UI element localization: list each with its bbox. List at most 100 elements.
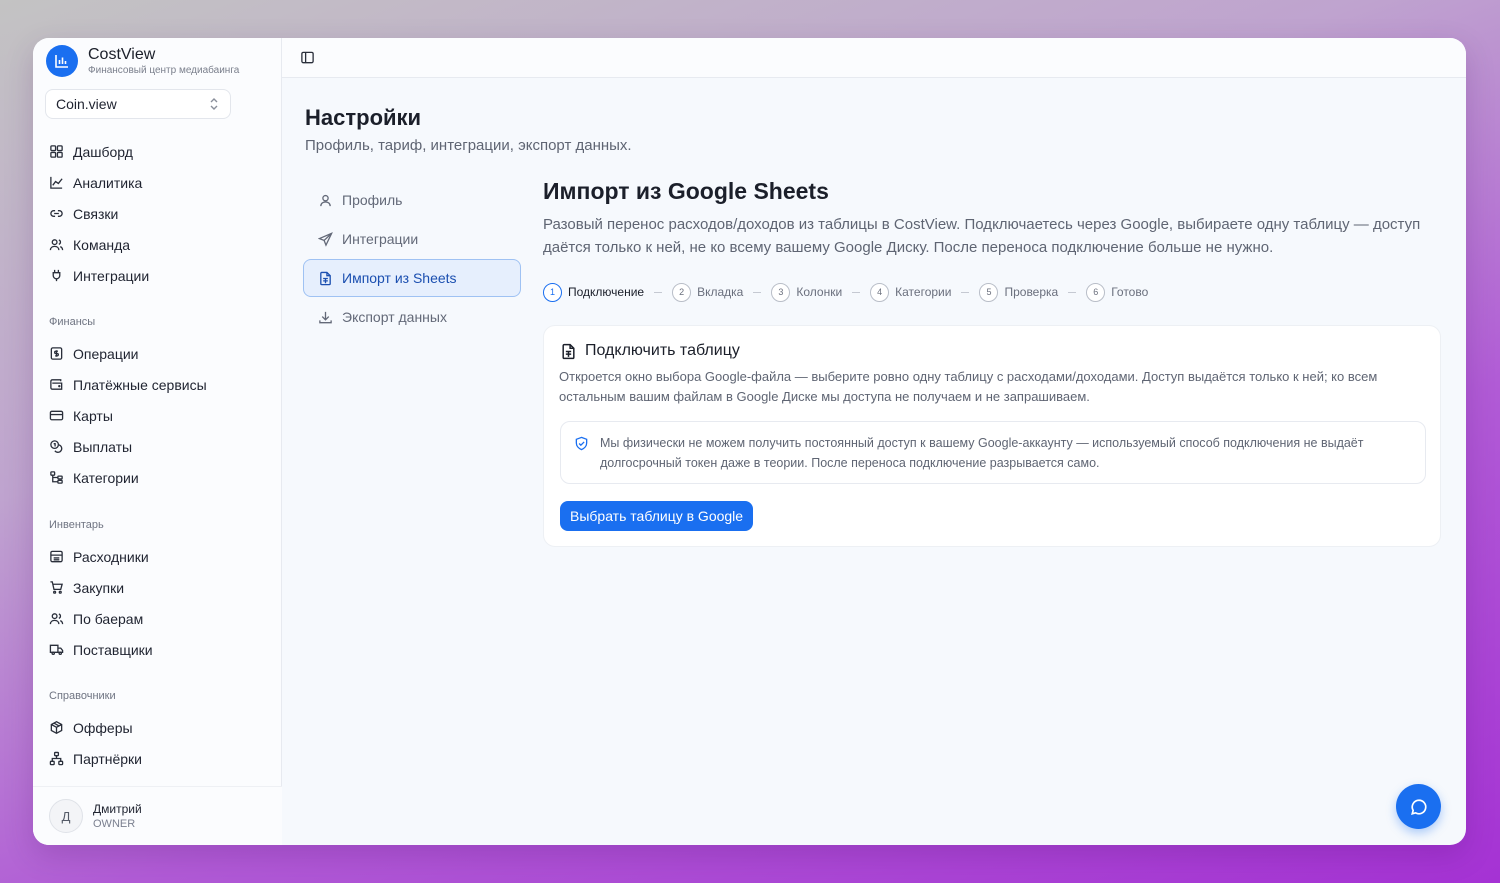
nav-item-partners[interactable]: Партнёрки: [33, 743, 282, 774]
card-title: Подключить таблицу: [560, 342, 740, 360]
user-profile[interactable]: Д Дмитрий OWNER: [33, 786, 282, 845]
coins-icon: [50, 440, 63, 453]
truck-icon: [49, 644, 64, 656]
nav-item-payouts[interactable]: Выплаты: [33, 431, 282, 462]
page-subtitle: Профиль, тариф, интеграции, экспорт данн…: [305, 137, 632, 154]
nav-section-refs: Справочники: [49, 690, 116, 702]
nav-item-categories[interactable]: Категории: [33, 462, 282, 493]
nav-item-cards[interactable]: Карты: [33, 400, 282, 431]
step-label: Подключение: [568, 285, 645, 299]
users-icon: [49, 613, 64, 625]
dollar-doc-icon: [50, 347, 63, 360]
nav-section-finance: Финансы: [49, 316, 96, 328]
subnav-label: Профиль: [342, 192, 403, 208]
app-window: CostView Финансовый центр медиабаинга Co…: [33, 38, 1466, 845]
nav-finance: Финансы Операции Платёжные сервисы Карты…: [33, 312, 282, 493]
subnav-item-integrations[interactable]: Интеграции: [303, 220, 521, 258]
nav-refs: Справочники Офферы Партнёрки: [33, 686, 282, 774]
nav-label: Закупки: [73, 579, 125, 596]
stepper: 1 Подключение 2 Вкладка 3 Колонки 4 Кате…: [543, 281, 1443, 303]
choose-google-sheet-button[interactable]: Выбрать таблицу в Google: [560, 501, 754, 531]
step-review: 5 Проверка: [979, 282, 1058, 302]
plug-icon: [52, 269, 61, 282]
page-title: Настройки: [305, 105, 422, 130]
nav-label: Категории: [73, 469, 139, 486]
subnav-label: Экспорт данных: [342, 309, 447, 325]
nav-item-links[interactable]: Связки: [33, 198, 282, 229]
workspace-switcher[interactable]: Coin.view: [45, 89, 231, 119]
shield-check-icon: [575, 436, 588, 451]
chart-line-icon: [50, 176, 63, 189]
nav-label: Связки: [73, 205, 119, 222]
network-icon: [49, 751, 64, 766]
users-icon: [49, 239, 64, 251]
workspace-name: Coin.view: [56, 96, 117, 112]
step-label: Готово: [1111, 285, 1149, 299]
step-number: 4: [870, 282, 890, 302]
card-icon: [49, 410, 64, 421]
send-icon: [318, 231, 333, 247]
sidebar: CostView Финансовый центр медиабаинга Co…: [33, 38, 282, 845]
nav-label: Выплаты: [73, 438, 133, 455]
download-icon: [319, 311, 332, 323]
subnav-label: Интеграции: [342, 231, 419, 247]
step-connection: 1 Подключение: [543, 282, 645, 302]
user-icon: [320, 194, 331, 206]
step-separator: [1068, 291, 1077, 293]
nav-label: По баерам: [73, 610, 144, 627]
nav-item-integrations[interactable]: Интеграции: [33, 260, 282, 291]
nav-item-by-buyers[interactable]: По баерам: [33, 603, 282, 634]
step-tab: 2 Вкладка: [672, 282, 744, 302]
user-role: OWNER: [93, 818, 136, 830]
step-done: 6 Готово: [1086, 282, 1149, 302]
subnav-item-profile[interactable]: Профиль: [303, 181, 521, 219]
nav-item-team[interactable]: Команда: [33, 229, 282, 260]
connect-card: Подключить таблицу Откроется окно выбора…: [543, 325, 1441, 547]
nav-label: Партнёрки: [73, 750, 142, 767]
import-title: Импорт из Google Sheets: [543, 178, 829, 204]
step-label: Категории: [895, 285, 952, 299]
wallet-icon: [50, 379, 63, 390]
nav-item-dashboard[interactable]: Дашборд: [33, 136, 282, 167]
step-separator: [961, 291, 970, 293]
cart-icon: [50, 581, 63, 594]
grid-icon: [50, 145, 63, 158]
nav-label: Поставщики: [73, 641, 153, 658]
brand[interactable]: CostView Финансовый центр медиабаинга: [46, 45, 239, 77]
nav-item-purchases[interactable]: Закупки: [33, 572, 282, 603]
nav-item-consumables[interactable]: Расходники: [33, 541, 282, 572]
topbar: [282, 38, 1466, 78]
nav-item-operations[interactable]: Операции: [33, 338, 282, 369]
chevron-updown-icon: [210, 98, 218, 110]
card-description: Откроется окно выбора Google-файла — выб…: [559, 369, 1378, 404]
step-separator: [852, 291, 861, 293]
subnav-item-export[interactable]: Экспорт данных: [303, 298, 521, 336]
subnav-item-import-sheets[interactable]: Импорт из Sheets: [303, 259, 521, 297]
chat-button[interactable]: [1396, 784, 1441, 829]
nav-item-analytics[interactable]: Аналитика: [33, 167, 282, 198]
nav-item-payment-services[interactable]: Платёжные сервисы: [33, 369, 282, 400]
nav-item-suppliers[interactable]: Поставщики: [33, 634, 282, 665]
step-separator: [753, 291, 762, 293]
sidebar-toggle-icon[interactable]: [300, 50, 315, 65]
nav-label: Операции: [73, 345, 139, 362]
step-columns: 3 Колонки: [771, 282, 842, 302]
nav-item-offers[interactable]: Офферы: [33, 712, 282, 743]
subnav-label: Импорт из Sheets: [342, 270, 457, 286]
step-number: 6: [1086, 282, 1106, 302]
link-icon: [50, 210, 63, 217]
tree-icon: [50, 471, 63, 484]
step-categories: 4 Категории: [870, 282, 952, 302]
security-notice: Мы физически не можем получить постоянны…: [560, 421, 1426, 484]
step-separator: [654, 291, 663, 293]
nav-label: Команда: [73, 236, 131, 253]
nav-label: Платёжные сервисы: [73, 376, 207, 393]
brand-name: CostView: [88, 45, 156, 63]
user-name: Дмитрий: [93, 802, 142, 816]
nav-inventory: Инвентарь Расходники Закупки По баерам П…: [33, 515, 282, 665]
step-number: 2: [672, 282, 692, 302]
import-description: Разовый перенос расходов/доходов из табл…: [543, 216, 1421, 256]
nav-main: Дашборд Аналитика Связки Команда Интегра…: [33, 136, 282, 291]
nav-label: Дашборд: [73, 143, 133, 160]
step-label: Вкладка: [697, 285, 744, 299]
